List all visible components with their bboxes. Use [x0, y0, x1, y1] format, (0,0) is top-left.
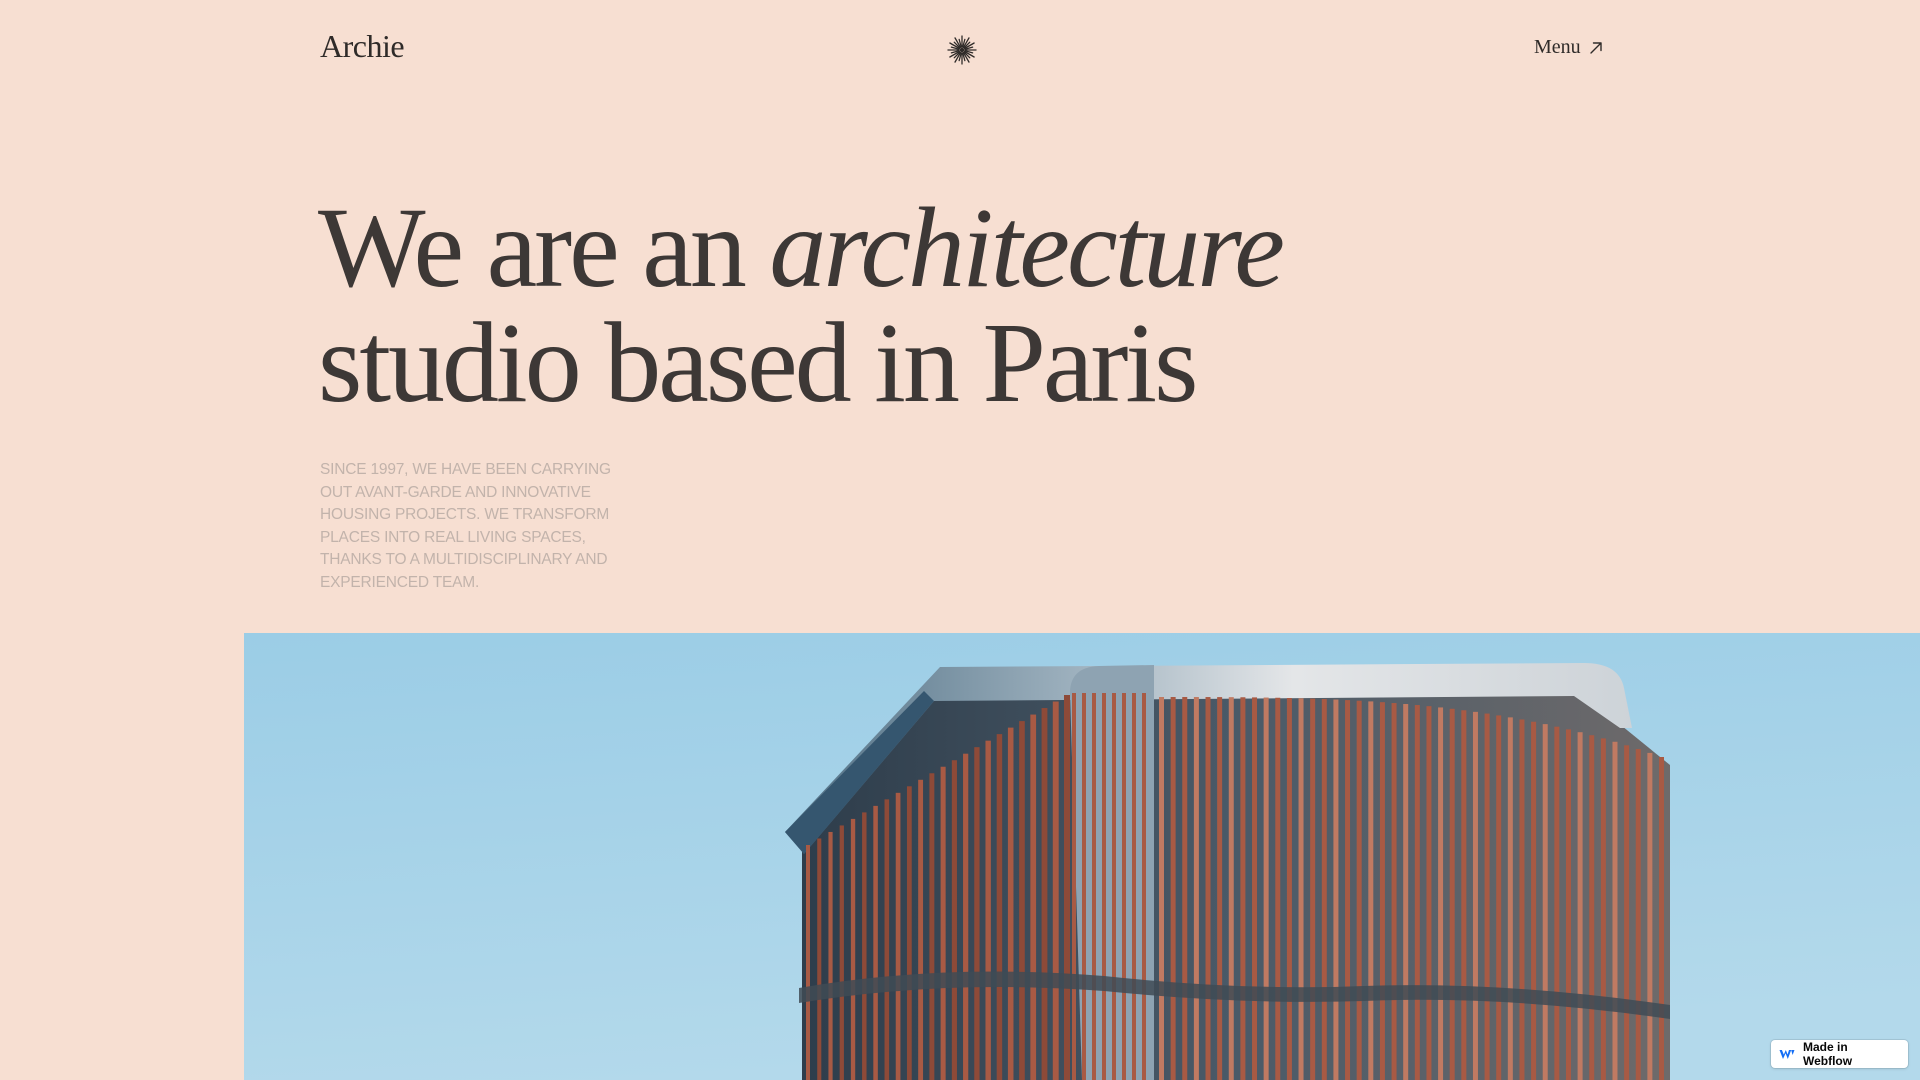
- facade-fin: [1333, 699, 1339, 1080]
- facade-fin: [817, 838, 822, 1080]
- made-in-webflow-badge[interactable]: Made in Webflow: [1771, 1040, 1908, 1068]
- hero-heading-italic: architecture: [769, 184, 1285, 311]
- facade-fin: [1159, 697, 1164, 1080]
- facade-fin: [1007, 727, 1014, 1080]
- facade-fin: [940, 766, 946, 1080]
- facade-fin: [1193, 697, 1199, 1080]
- facade-fin: [1345, 700, 1351, 1080]
- facade-fin: [1041, 708, 1048, 1080]
- facade-fin: [1182, 697, 1188, 1080]
- facade-fin: [1240, 697, 1246, 1080]
- facade-fin: [1449, 708, 1455, 1080]
- facade-fin: [850, 818, 856, 1080]
- hero-building-image: [244, 633, 1920, 1080]
- facade-fin: [1484, 713, 1490, 1080]
- facade-fin: [1438, 707, 1444, 1080]
- menu-label: Menu: [1534, 36, 1581, 58]
- facade-fin: [1019, 721, 1025, 1080]
- facade-fin: [1379, 702, 1385, 1080]
- facade-fin: [1368, 701, 1374, 1080]
- facade-fin: [873, 805, 878, 1080]
- facade-fin: [1391, 703, 1397, 1080]
- facade-fin: [918, 779, 924, 1080]
- facade-fin: [1647, 752, 1653, 1080]
- facade-fin: [1624, 745, 1630, 1080]
- facade-fin: [974, 747, 980, 1080]
- facade-fin: [1072, 693, 1076, 1080]
- hero-heading-line-1: We are an architecture: [318, 190, 1285, 305]
- facade-fin: [1102, 693, 1106, 1080]
- facade-fin: [1064, 695, 1070, 1080]
- facade-fin: [1519, 719, 1525, 1080]
- facade-fin: [1589, 735, 1595, 1080]
- facade-fin: [1252, 697, 1258, 1080]
- facade-fin: [1142, 693, 1146, 1080]
- facade-fin: [1356, 700, 1362, 1080]
- facade-fin: [828, 831, 833, 1080]
- facade-fin: [1414, 705, 1420, 1080]
- facade-fin: [1542, 724, 1548, 1080]
- building-photo: [244, 633, 1920, 1080]
- webflow-logo-icon: [1779, 1049, 1795, 1059]
- hero-heading-plain: We are an: [318, 184, 770, 311]
- facade-fin: [1461, 710, 1467, 1080]
- facade-fin: [1112, 693, 1116, 1080]
- facade-fin: [1122, 693, 1126, 1080]
- facade-fin: [1507, 717, 1513, 1080]
- badge-label: Made in Webflow: [1802, 1040, 1853, 1068]
- site-header: Archie Menu: [0, 0, 1920, 100]
- facade-fin: [906, 786, 912, 1080]
- hero-description: SINCE 1997, WE HAVE BEEN CARRYING OUT AV…: [320, 461, 611, 591]
- facade-fin: [839, 825, 844, 1080]
- facade-fin: [895, 792, 901, 1080]
- facade-fin: [1472, 711, 1478, 1080]
- hero-heading: We are an architecture studio based in P…: [318, 190, 1285, 426]
- facade-fin: [1531, 721, 1537, 1080]
- facade-fin: [1228, 697, 1234, 1080]
- facade-fin: [963, 753, 969, 1080]
- facade-fin: [806, 845, 810, 1080]
- facade-fin: [1030, 714, 1037, 1080]
- facade-fin: [1635, 749, 1641, 1080]
- facade-fin: [1612, 741, 1618, 1080]
- facade-fin: [1298, 698, 1304, 1080]
- facade-fin: [1496, 715, 1502, 1080]
- facade-fin: [1205, 697, 1211, 1080]
- facade-fin: [1052, 701, 1059, 1080]
- facade-fin: [1286, 698, 1292, 1080]
- facade-fin: [1132, 693, 1136, 1080]
- facade-fin: [1092, 693, 1096, 1080]
- facade-fin: [1217, 697, 1223, 1080]
- facade-fin: [1275, 697, 1281, 1080]
- brand-logo[interactable]: Archie: [320, 28, 405, 65]
- facade-fin: [1565, 729, 1571, 1080]
- facade-fin: [996, 734, 1003, 1080]
- facade-fin: [1577, 732, 1583, 1080]
- arrow-up-right-icon: [1589, 41, 1602, 54]
- facade-fin: [884, 799, 890, 1080]
- facade-fin: [1659, 757, 1664, 1080]
- facade-fin: [1082, 693, 1086, 1080]
- facade-fin: [1403, 703, 1409, 1080]
- facade-fin: [1310, 698, 1316, 1080]
- facade-fin: [951, 760, 957, 1080]
- facade-fin: [862, 812, 867, 1080]
- hero-heading-line-2: studio based in Paris: [318, 299, 1198, 426]
- facade-fin: [1321, 699, 1327, 1080]
- facade-fin: [1170, 697, 1176, 1080]
- facade-fin: [1554, 726, 1560, 1080]
- facade-fin: [1426, 706, 1432, 1080]
- menu-button[interactable]: Menu: [1534, 36, 1603, 59]
- starburst-icon: [947, 35, 977, 65]
- facade-fin: [929, 773, 935, 1080]
- facade-fin: [1263, 697, 1269, 1080]
- facade-fin: [1600, 738, 1606, 1080]
- facade-fin: [985, 740, 991, 1080]
